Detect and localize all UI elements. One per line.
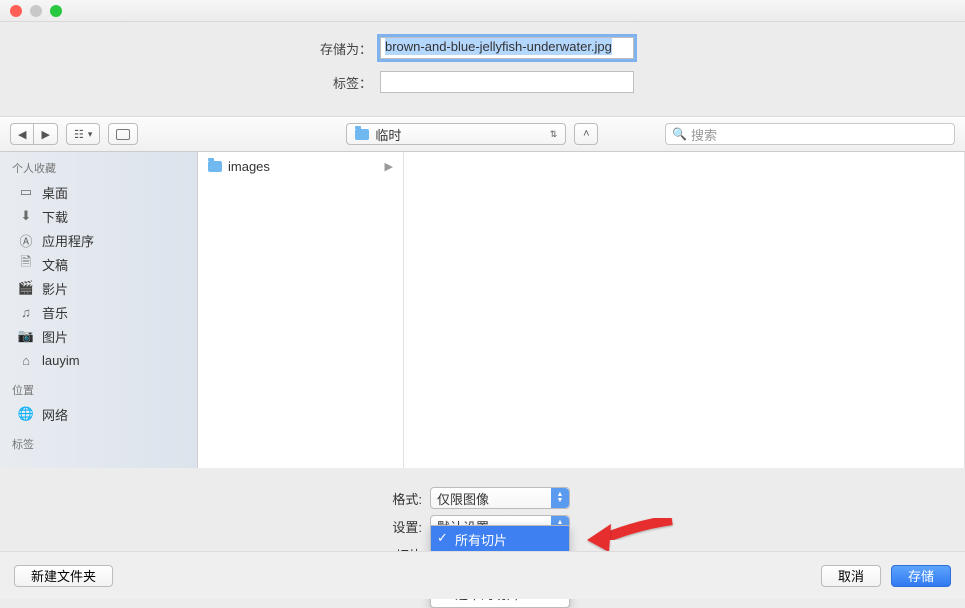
sidebar-item-movies[interactable]: 🎬 影片 [0,276,197,300]
save-as-label: 存储为： [0,39,380,58]
sidebar-item-network[interactable]: 🌐 网络 [0,402,197,426]
select-arrows-icon: ▲▼ [551,488,569,508]
window-titlebar [0,0,965,22]
collapse-button[interactable]: ˄ [574,123,598,145]
chevron-up-icon: ˄ [583,128,589,140]
sidebar-item-label: 音乐 [42,303,68,322]
desktop-icon: ▭ [18,185,34,199]
settings-label: 设置: [0,517,430,536]
new-folder-button[interactable]: 新建文件夹 [14,565,113,587]
folder-item-images[interactable]: images ▶ [198,156,403,177]
sidebar-item-label: 桌面 [42,183,68,202]
sidebar-item-home[interactable]: ⌂ lauyim [0,348,197,372]
columns-icon: ☷ [74,128,84,141]
cancel-button[interactable]: 取消 [821,565,881,587]
search-icon: 🔍 [672,127,687,141]
group-button[interactable] [108,123,138,145]
updown-icon: ⇅ [550,129,558,140]
tags-header: 标签 [0,432,197,456]
folder-icon [355,129,369,140]
path-selector[interactable]: 临时 ⇅ [346,123,566,145]
pictures-icon: 📷 [18,329,34,343]
view-mode-button[interactable]: ☷ ▾ [66,123,100,145]
tags-label: 标签： [0,73,380,92]
search-input[interactable]: 🔍 搜索 [665,123,955,145]
sidebar-item-label: 网络 [42,405,68,424]
nav-buttons: ◀ ▶ [10,123,58,145]
column-2 [404,152,965,468]
folder-outline-icon [116,129,130,140]
sidebar-item-label: 影片 [42,279,68,298]
tags-input[interactable] [380,71,634,93]
forward-button[interactable]: ▶ [33,123,57,145]
dropdown-option-all-slices[interactable]: 所有切片 [431,526,569,553]
save-as-input[interactable]: brown-and-blue-jellyfish-underwater.jpg [380,37,634,59]
sidebar-item-label: 下载 [42,207,68,226]
apps-icon: Ⓐ [18,233,34,247]
save-as-value: brown-and-blue-jellyfish-underwater.jpg [385,38,612,55]
home-icon: ⌂ [18,353,34,367]
sidebar-item-documents[interactable]: 🗎 文稿 [0,252,197,276]
disclosure-icon: ▶ [385,160,393,173]
locations-header: 位置 [0,378,197,402]
save-button[interactable]: 存储 [891,565,951,587]
back-button[interactable]: ◀ [10,123,33,145]
movies-icon: 🎬 [18,281,34,295]
sidebar-item-label: 图片 [42,327,68,346]
path-folder-name: 临时 [375,125,401,144]
file-browser: 个人收藏 ▭ 桌面 ⬇ 下载 Ⓐ 应用程序 🗎 文稿 🎬 影片 ♫ 音乐 📷 图片 ⌂ lauy… [0,152,965,468]
column-1: images ▶ [198,152,404,468]
format-value: 仅限图像 [437,489,489,508]
chevron-down-icon: ▾ [88,129,93,140]
sidebar-item-applications[interactable]: Ⓐ 应用程序 [0,228,197,252]
save-fields: 存储为： brown-and-blue-jellyfish-underwater… [0,22,965,116]
format-select[interactable]: 仅限图像 ▲▼ [430,487,570,509]
favorites-header: 个人收藏 [0,156,197,180]
action-bar: 新建文件夹 取消 存储 [0,551,965,599]
network-icon: 🌐 [18,407,34,421]
sidebar-item-label: 应用程序 [42,231,94,250]
search-placeholder: 搜索 [691,125,717,144]
sidebar-item-music[interactable]: ♫ 音乐 [0,300,197,324]
sidebar-item-label: lauyim [42,353,80,368]
folder-icon [208,161,222,172]
music-icon: ♫ [18,305,34,319]
minimize-window-button [30,5,42,17]
sidebar-item-downloads[interactable]: ⬇ 下载 [0,204,197,228]
sidebar-item-label: 文稿 [42,255,68,274]
close-window-button[interactable] [10,5,22,17]
zoom-window-button[interactable] [50,5,62,17]
download-icon: ⬇ [18,209,34,223]
folder-name: images [228,159,270,174]
docs-icon: 🗎 [18,257,34,271]
sidebar-item-pictures[interactable]: 📷 图片 [0,324,197,348]
sidebar: 个人收藏 ▭ 桌面 ⬇ 下载 Ⓐ 应用程序 🗎 文稿 🎬 影片 ♫ 音乐 📷 图片 ⌂ lauy… [0,152,198,468]
sidebar-item-desktop[interactable]: ▭ 桌面 [0,180,197,204]
browser-toolbar: ◀ ▶ ☷ ▾ 临时 ⇅ ˄ 🔍 搜索 [0,116,965,152]
format-label: 格式: [0,489,430,508]
